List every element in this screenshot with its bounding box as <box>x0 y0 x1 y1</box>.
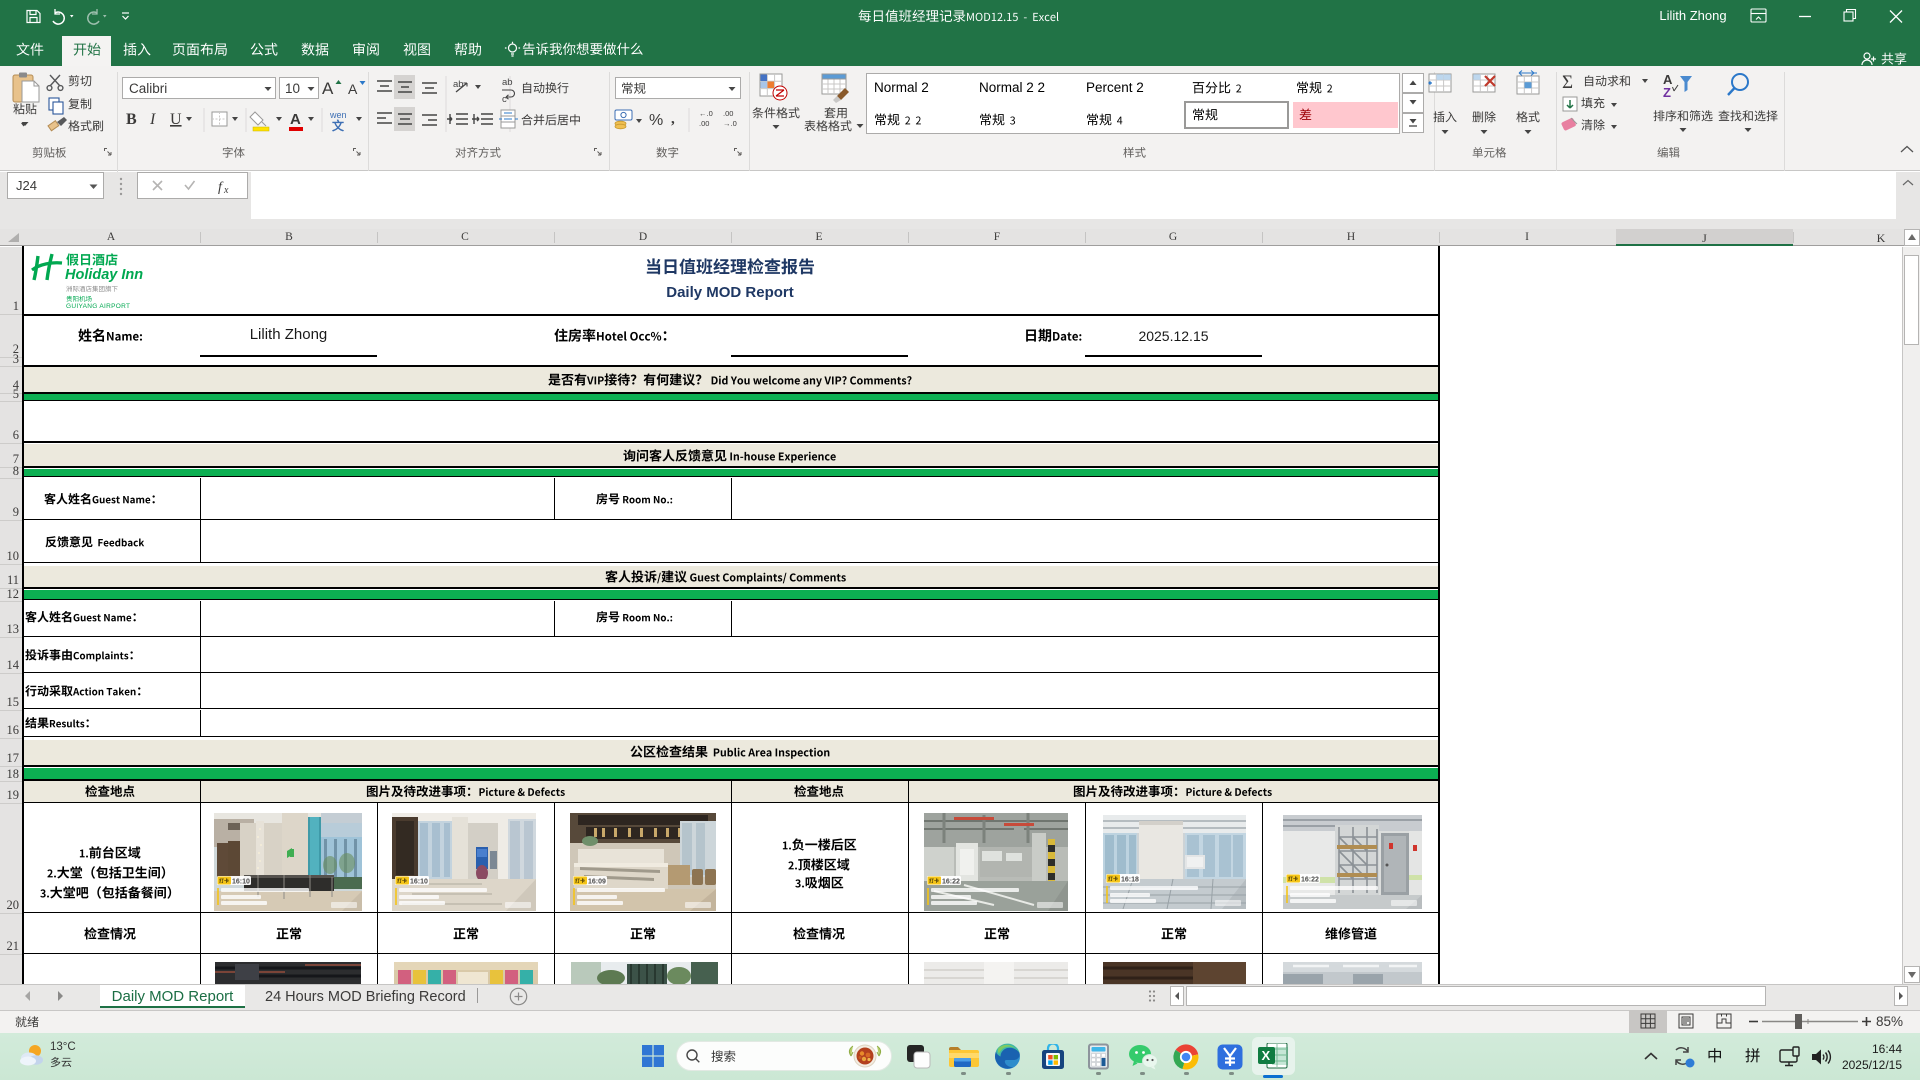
svg-text:16:22: 16:22 <box>942 878 960 885</box>
svg-text:→.0: →.0 <box>723 119 737 128</box>
svg-text:x: x <box>223 185 229 196</box>
svg-text:,: , <box>671 111 675 127</box>
svg-text:A: A <box>348 81 358 97</box>
svg-text:16:10: 16:10 <box>232 878 250 885</box>
svg-text:A: A <box>290 111 301 128</box>
svg-text:文: 文 <box>332 118 345 133</box>
svg-text:I: I <box>149 111 156 128</box>
svg-text:B: B <box>126 111 137 128</box>
svg-text:%: % <box>649 112 663 129</box>
svg-text:16:09: 16:09 <box>588 878 606 885</box>
svg-text:←.0: ←.0 <box>699 109 713 118</box>
svg-text:c: c <box>502 94 507 105</box>
svg-text:Σ: Σ <box>1562 72 1573 93</box>
svg-text:Z: Z <box>1663 85 1671 100</box>
svg-text:X: X <box>1262 1048 1271 1063</box>
svg-text:.00: .00 <box>723 109 733 118</box>
svg-text:16:18: 16:18 <box>1121 876 1139 883</box>
svg-text:ab: ab <box>453 79 464 90</box>
svg-text:U: U <box>170 111 182 128</box>
svg-text:16:10: 16:10 <box>410 878 428 885</box>
svg-text:16:22: 16:22 <box>1301 876 1319 883</box>
svg-text:ab: ab <box>502 77 513 88</box>
svg-text:.00: .00 <box>699 119 709 128</box>
svg-text:A: A <box>322 79 334 98</box>
